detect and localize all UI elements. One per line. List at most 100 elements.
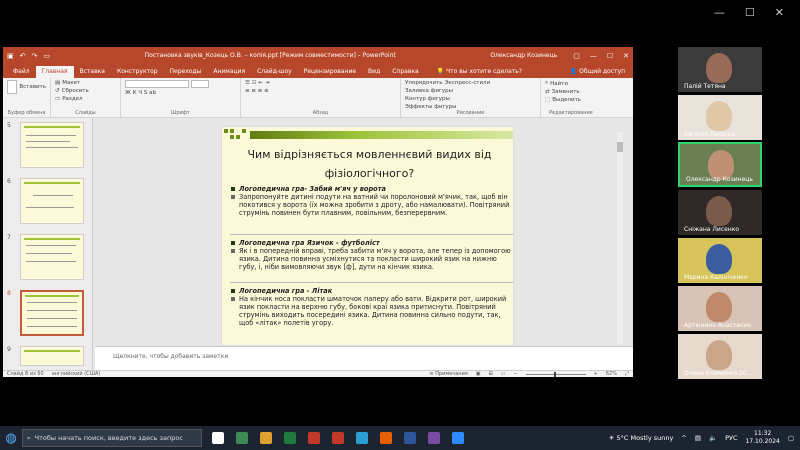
- slide-thumbnail[interactable]: [20, 346, 84, 366]
- shape-outline-button[interactable]: Контур фигуры: [405, 96, 536, 102]
- chevron-up-icon[interactable]: ^: [681, 434, 686, 442]
- lightbulb-icon: 💡: [436, 68, 447, 75]
- undo-icon[interactable]: ↶: [20, 52, 26, 60]
- minimize-icon[interactable]: —: [590, 52, 597, 60]
- group-label: Шрифт: [171, 110, 190, 116]
- current-slide[interactable]: Чим відрізняється мовленнєвий видих від …: [221, 126, 514, 346]
- font-name-input[interactable]: [125, 80, 189, 88]
- zoom-level[interactable]: 62%: [606, 371, 617, 377]
- font-size-input[interactable]: [191, 80, 209, 88]
- replace-button[interactable]: ⇄ Заменить: [545, 89, 597, 95]
- firefox-icon[interactable]: [380, 432, 392, 444]
- participant-tile[interactable]: Артюнина Анастасия: [678, 286, 762, 331]
- tab-slideshow[interactable]: Слайд-шоу: [251, 66, 298, 78]
- participant-name: Олена Клименко 20...: [684, 370, 753, 377]
- fit-slide-icon[interactable]: ⤢: [625, 371, 629, 377]
- slide-section: Логопедична гра Язичок - футболіст Як і …: [230, 239, 512, 271]
- notes-button[interactable]: ≡ Примечания: [429, 371, 467, 377]
- align-buttons[interactable]: ≡ ≡ ≡ ≡: [245, 88, 396, 94]
- language-indicator[interactable]: английский (США): [52, 371, 101, 377]
- font-format-buttons[interactable]: Ж К Ч S ab: [125, 90, 236, 96]
- group-label: Буфер обмена: [7, 110, 46, 116]
- participant-tile-active-speaker[interactable]: Олександр Козинець: [678, 142, 762, 187]
- thumb-number: 8: [7, 290, 11, 297]
- reset-icon: ↺: [55, 88, 60, 94]
- tab-review[interactable]: Рецензирование: [298, 66, 362, 78]
- arrange-button[interactable]: Упорядочить Экспресс-стили: [405, 80, 536, 86]
- participant-tile[interactable]: Євгенія Ленціна: [678, 95, 762, 140]
- section-body: Як і в попередній вправі, треба забити м…: [230, 247, 512, 271]
- taskbar-search[interactable]: ⌕ Чтобы начать поиск, введите здесь запро…: [22, 429, 202, 447]
- participant-tile[interactable]: Палій Тетяна: [678, 47, 762, 92]
- language-indicator[interactable]: РУС: [725, 434, 737, 442]
- list-buttons[interactable]: ☰ ☷ ⇤ ⇥: [245, 80, 396, 86]
- slide-section: Логопедична гра - Літак На кінчик носа п…: [230, 287, 512, 327]
- participant-tile[interactable]: Марина Калініченко: [678, 238, 762, 283]
- minimize-icon[interactable]: —: [714, 6, 725, 19]
- select-button[interactable]: ⬚ Выделить: [545, 97, 597, 103]
- tell-me-search[interactable]: 💡 Что вы хотите сделать?: [431, 66, 528, 78]
- telegram-icon[interactable]: [356, 432, 368, 444]
- slide-thumbnail[interactable]: [20, 234, 84, 280]
- participant-tile[interactable]: Олена Клименко 20...: [678, 334, 762, 379]
- tab-animations[interactable]: Анимация: [207, 66, 251, 78]
- find-button[interactable]: ⌕ Найти: [545, 80, 597, 87]
- pdf-icon[interactable]: [308, 432, 320, 444]
- user-name[interactable]: Олександр Козинець: [490, 52, 557, 59]
- tab-transitions[interactable]: Переходы: [164, 66, 208, 78]
- excel-icon[interactable]: [284, 432, 296, 444]
- word-icon[interactable]: [404, 432, 416, 444]
- network-icon[interactable]: ▤: [695, 434, 701, 442]
- app-icon[interactable]: [332, 432, 344, 444]
- app-icon[interactable]: [212, 432, 224, 444]
- zoom-slider[interactable]: [525, 371, 586, 377]
- normal-view-icon[interactable]: ▣: [476, 371, 481, 377]
- thumb-number: 7: [7, 234, 11, 241]
- tab-design[interactable]: Конструктор: [111, 66, 164, 78]
- slide-thumbnail[interactable]: [20, 178, 84, 224]
- section-heading: Логопедична гра- Забий м'яч у ворота: [230, 185, 512, 193]
- reading-view-icon[interactable]: ▭: [501, 371, 506, 377]
- tab-view[interactable]: Вид: [362, 66, 386, 78]
- reset-button[interactable]: ↺ Сбросить: [55, 88, 116, 94]
- slide-decoration: [222, 127, 513, 147]
- tab-file[interactable]: Файл: [7, 66, 36, 78]
- editing-group: ⌕ Найти ⇄ Заменить ⬚ Выделить Редактировани…: [541, 78, 601, 117]
- tab-help[interactable]: Справка: [386, 66, 424, 78]
- tab-home[interactable]: Главная: [35, 66, 74, 78]
- ribbon-options-icon[interactable]: ▢: [573, 52, 580, 60]
- save-icon[interactable]: ▣: [7, 52, 14, 60]
- maximize-icon[interactable]: ☐: [607, 52, 613, 60]
- clock[interactable]: 11:32 17.10.2024: [745, 430, 779, 446]
- zoom-in-icon[interactable]: +: [594, 371, 598, 377]
- status-bar: Слайд 8 из 50 английский (США) ≡ Примеча…: [3, 370, 633, 377]
- redo-icon[interactable]: ↷: [32, 52, 38, 60]
- maximize-icon[interactable]: ☐: [745, 6, 755, 19]
- close-icon[interactable]: ✕: [623, 52, 629, 60]
- slide-thumbnail[interactable]: [20, 122, 84, 168]
- notes-pane[interactable]: Щелкните, чтобы добавить заметки: [95, 346, 633, 370]
- sorter-view-icon[interactable]: ⊞: [489, 371, 493, 377]
- folder-icon[interactable]: [260, 432, 272, 444]
- zoom-icon[interactable]: [452, 432, 464, 444]
- shape-fill-button[interactable]: Заливка фигуры: [405, 88, 536, 94]
- vertical-scrollbar[interactable]: [617, 132, 623, 344]
- share-button[interactable]: 👤 Общий доступ: [562, 66, 633, 78]
- section-button[interactable]: ▭ Раздел: [55, 96, 116, 102]
- zoom-out-icon[interactable]: −: [513, 371, 517, 377]
- slideshow-icon[interactable]: ▭: [43, 52, 50, 60]
- paste-button[interactable]: Вставить: [7, 80, 46, 94]
- app-icon[interactable]: [428, 432, 440, 444]
- app-icon[interactable]: [236, 432, 248, 444]
- tab-insert[interactable]: Вставка: [74, 66, 111, 78]
- slide-thumbnail-selected[interactable]: [20, 290, 84, 336]
- participant-tile[interactable]: Сніжана Лисенко: [678, 190, 762, 235]
- start-button[interactable]: ◍: [0, 427, 22, 449]
- weather-widget[interactable]: ☀ 5°C Mostly sunny: [609, 434, 674, 442]
- thumb-number: 9: [7, 346, 11, 353]
- group-label: Редактирование: [549, 110, 593, 116]
- layout-button[interactable]: ▤ Макет: [55, 80, 116, 86]
- volume-icon[interactable]: 🔈: [709, 434, 717, 442]
- close-icon[interactable]: ✕: [775, 6, 784, 19]
- notifications-icon[interactable]: ▢: [788, 434, 794, 442]
